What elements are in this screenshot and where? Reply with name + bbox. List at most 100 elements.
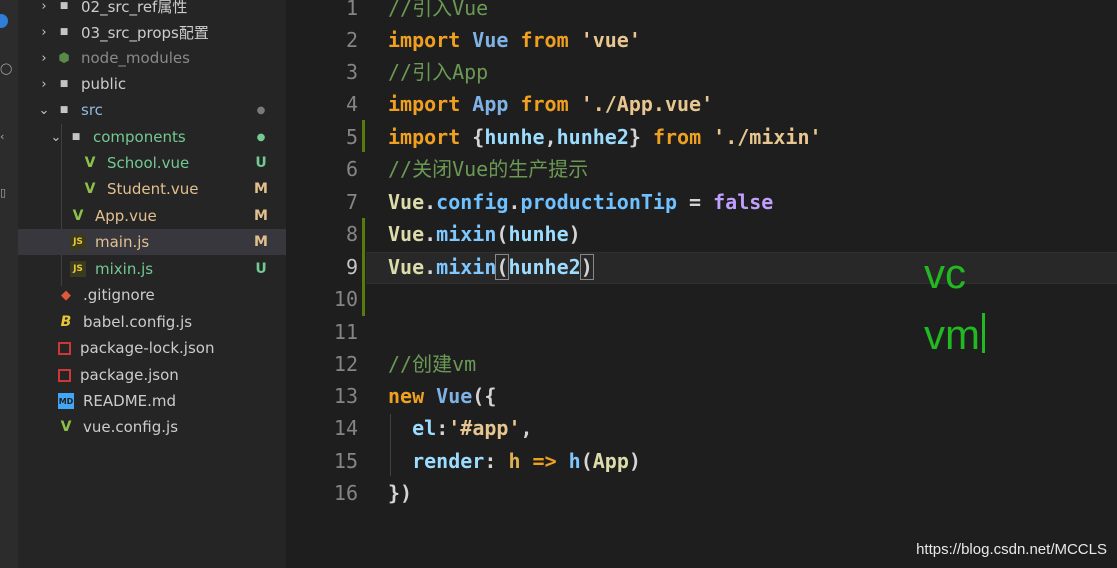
code-line-6: //关闭Vue的生产提示 xyxy=(388,153,588,185)
tree-item-package-lock[interactable]: package-lock.json xyxy=(18,335,326,361)
line-number: 14 xyxy=(333,416,358,440)
tree-item-vue-config[interactable]: V vue.config.js xyxy=(18,414,326,440)
identifier: App xyxy=(592,449,629,473)
code-line-3: //引入App xyxy=(388,56,488,88)
tree-item-label: School.vue xyxy=(107,154,190,172)
string: './App.vue' xyxy=(580,92,714,116)
literal: false xyxy=(713,190,774,214)
chevron-right-icon: › xyxy=(41,50,47,66)
punctuation: ( xyxy=(580,449,593,473)
git-status-badge: U xyxy=(255,155,267,171)
js-file-icon: JS xyxy=(70,261,86,277)
tree-item-label: public xyxy=(81,75,127,93)
line-number: 8 xyxy=(345,222,358,246)
punctuation: , xyxy=(544,125,557,149)
tree-item-label: App.vue xyxy=(95,207,157,225)
tree-item-public[interactable]: › ■ public xyxy=(18,71,306,97)
vue-file-icon: V xyxy=(60,419,72,435)
punctuation: . xyxy=(424,255,437,279)
notification-badge-icon[interactable] xyxy=(0,14,8,28)
tree-item-node-modules[interactable]: › ⬢ node_modules xyxy=(18,45,306,71)
js-file-icon: JS xyxy=(70,234,86,250)
tree-item-src[interactable]: ⌄ ■ src ● xyxy=(18,97,306,123)
watermark: https://blog.csdn.net/MCCLS xyxy=(916,541,1107,558)
punctuation: : xyxy=(436,416,449,440)
code-line-14: el:'#app', xyxy=(388,412,532,444)
tree-item-gitignore[interactable]: ◆ .gitignore xyxy=(18,282,326,308)
annotation-vc: vc xyxy=(924,250,966,297)
code-editor[interactable]: 1 2 3 4 5 6 7 8 9 10 11 12 13 14 15 16 /… xyxy=(286,0,1117,568)
matched-bracket: ) xyxy=(579,254,594,280)
node-folder-icon: ⬢ xyxy=(58,50,70,66)
tree-item-components[interactable]: ⌄ ■ components ● xyxy=(18,124,318,150)
code-line-15: render: h => h(App) xyxy=(388,445,641,477)
code-line-5: import {hunhe,hunhe2} from './mixin' xyxy=(388,121,822,153)
tree-item-label: package.json xyxy=(80,366,179,384)
tree-item-readme[interactable]: MD README.md xyxy=(18,388,326,414)
tree-item-label: README.md xyxy=(83,392,177,410)
tree-item-label: vue.config.js xyxy=(83,418,179,436)
tree-item-03-src-props[interactable]: › ■ 03_src_props配置 xyxy=(18,19,306,45)
tree-item-label: main.js xyxy=(95,233,150,251)
tree-item-02-src-ref[interactable]: › ■ 02_src_ref属性 xyxy=(18,0,306,19)
tree-item-package-json[interactable]: package.json xyxy=(18,362,326,388)
file-explorer: › ■ 02_src_ref属性 › ■ 03_src_props配置 › ⬢ … xyxy=(18,0,338,568)
keyword: from xyxy=(652,125,702,149)
tree-item-label: babel.config.js xyxy=(83,313,193,331)
markdown-icon: MD xyxy=(58,393,74,409)
keyword: import xyxy=(388,28,461,52)
comment: //创建vm xyxy=(388,352,477,376)
git-status-badge: M xyxy=(254,181,268,197)
keyword: new xyxy=(388,384,425,408)
identifier: Vue xyxy=(472,28,509,52)
babel-icon: B xyxy=(60,314,72,330)
git-added-gutter-marker xyxy=(362,218,365,316)
vue-file-icon: V xyxy=(84,181,96,197)
text-caret xyxy=(982,313,985,353)
tree-item-label: package-lock.json xyxy=(80,339,215,357)
arrow-operator: => xyxy=(520,449,569,473)
chevron-down-icon: ⌄ xyxy=(50,129,62,145)
share-icon[interactable]: ‹ xyxy=(0,130,10,143)
folder-open-icon: ■ xyxy=(71,132,81,142)
line-number: 10 xyxy=(333,287,358,311)
line-number: 2 xyxy=(345,28,358,52)
folder-icon: ■ xyxy=(59,79,69,89)
vue-file-icon: V xyxy=(84,155,96,171)
line-number: 16 xyxy=(333,481,358,505)
code-line-7: Vue.config.productionTip = false xyxy=(388,186,773,218)
keyword: from xyxy=(520,28,569,52)
keyword: import xyxy=(388,125,461,149)
line-number: 11 xyxy=(333,320,358,344)
line-number: 6 xyxy=(345,157,358,181)
keyword: from xyxy=(520,92,569,116)
vue-file-icon: V xyxy=(72,208,84,224)
punctuation: } xyxy=(628,125,641,149)
parameter: h xyxy=(508,449,521,473)
tree-item-babel-config[interactable]: B babel.config.js xyxy=(18,309,326,335)
line-number: 13 xyxy=(333,384,358,408)
chevron-right-icon: › xyxy=(41,76,47,92)
comment: //引入Vue xyxy=(388,0,489,20)
comment: //引入App xyxy=(388,60,489,84)
untracked-dot-badge: ● xyxy=(256,131,266,143)
punctuation: }) xyxy=(388,481,413,505)
npm-icon xyxy=(58,368,71,382)
git-added-gutter-marker xyxy=(362,120,365,152)
clock-icon[interactable]: ◯ xyxy=(0,62,12,75)
chevron-right-icon: › xyxy=(41,24,47,40)
punctuation: . xyxy=(424,222,437,246)
tree-item-label: components xyxy=(93,128,186,146)
line-number: 3 xyxy=(345,60,358,84)
identifier: Vue xyxy=(388,222,425,246)
code-line-1: //引入Vue xyxy=(388,0,488,24)
tree-item-label: node_modules xyxy=(81,49,190,67)
tree-item-label: 03_src_props配置 xyxy=(81,23,209,42)
extension-icon[interactable]: ▯ xyxy=(0,186,10,199)
punctuation: . xyxy=(508,190,521,214)
code-line-13: new Vue({ xyxy=(388,380,496,412)
git-icon: ◆ xyxy=(61,287,71,303)
annotation-vm-line: vm xyxy=(924,311,985,359)
line-number: 7 xyxy=(345,190,358,214)
string: 'vue' xyxy=(580,28,641,52)
